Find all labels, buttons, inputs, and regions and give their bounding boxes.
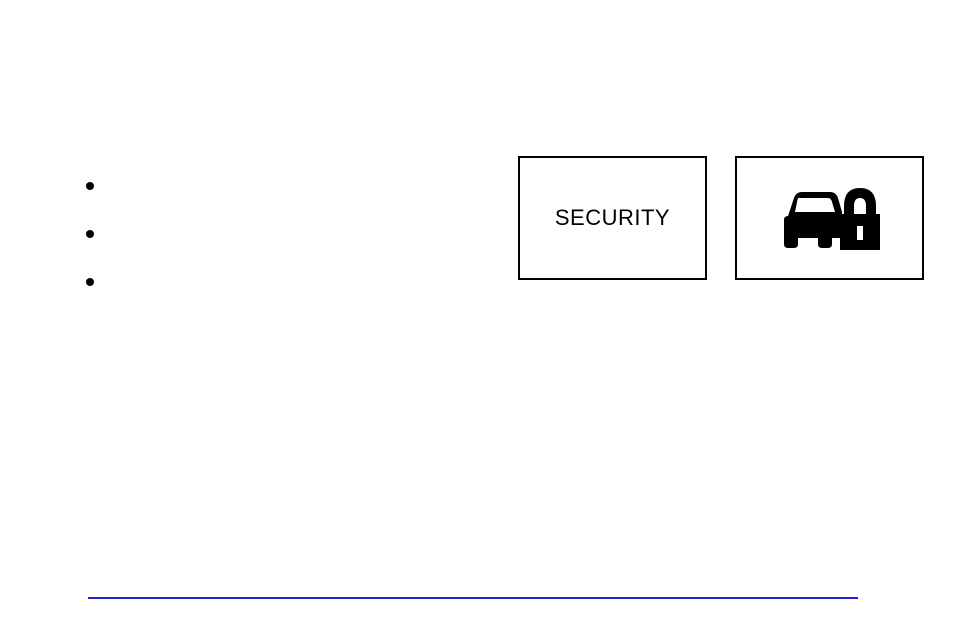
bullet-list (86, 182, 94, 326)
bullet-point (86, 278, 94, 286)
car-lock-icon (780, 176, 880, 261)
bullet-point (86, 230, 94, 238)
security-box: SECURITY (518, 156, 707, 280)
icon-box (735, 156, 924, 280)
horizontal-rule (88, 597, 858, 599)
bullet-point (86, 182, 94, 190)
security-label: SECURITY (555, 205, 670, 231)
